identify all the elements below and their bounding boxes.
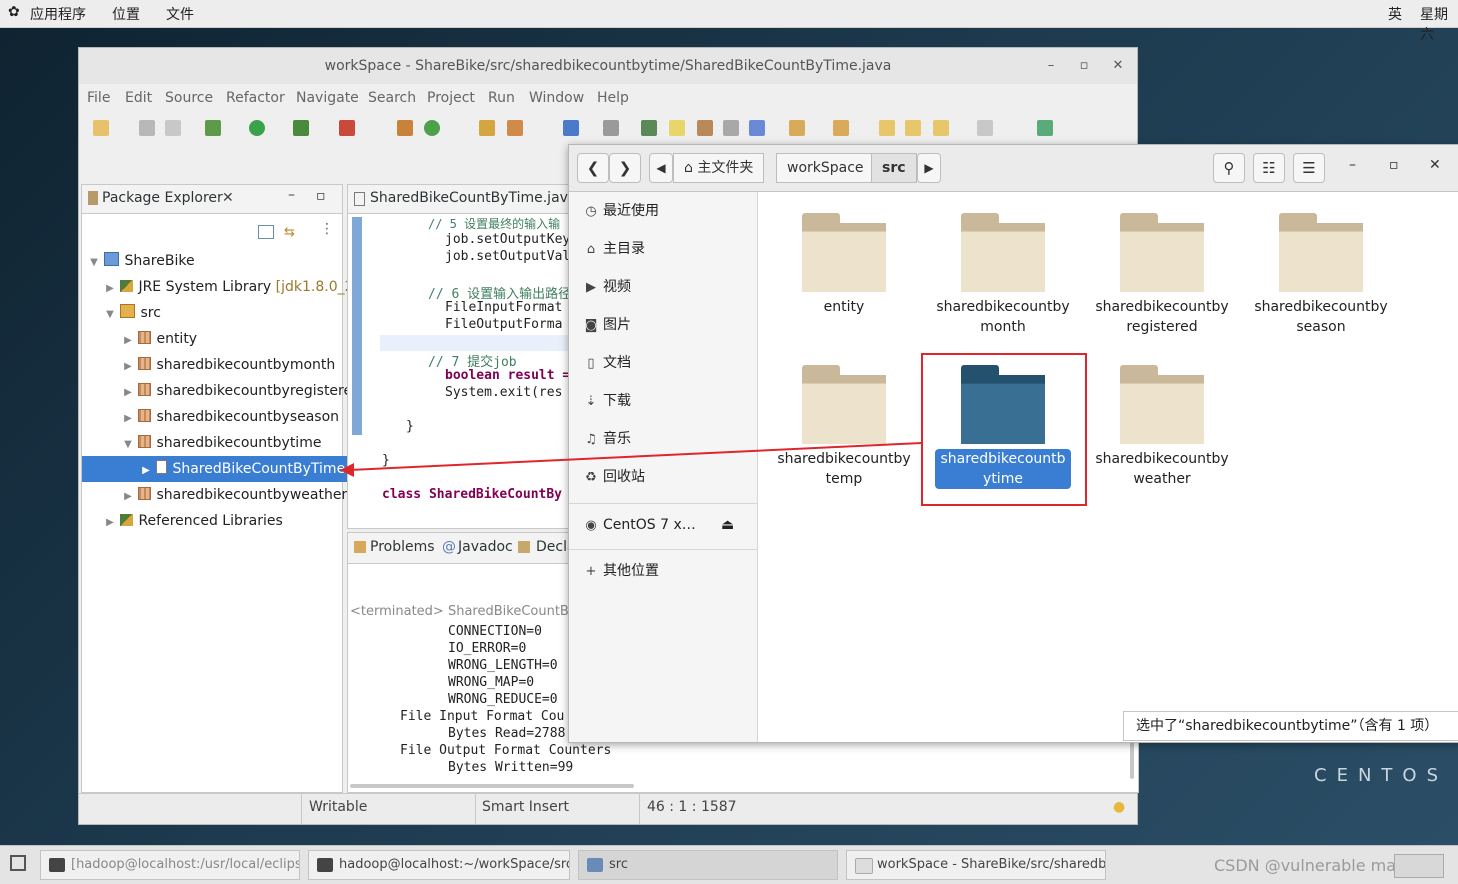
taskbar-item-terminal-2[interactable]: hadoop@localhost:~/workSpace/src (308, 850, 570, 880)
workspace-switcher[interactable] (1394, 854, 1444, 878)
eclipse-icon (855, 858, 873, 874)
arrow-head (340, 463, 354, 477)
arrow-line (349, 442, 923, 471)
annotation-arrow (340, 442, 923, 477)
taskbar-item-files[interactable]: src (578, 850, 838, 880)
taskbar: [hadoop@localhost:/usr/local/eclipse] ha… (0, 845, 1458, 884)
files-icon (587, 858, 603, 872)
taskbar-item-terminal-1[interactable]: [hadoop@localhost:/usr/local/eclipse] (40, 850, 300, 880)
show-desktop-icon[interactable] (10, 855, 26, 871)
terminal-icon (317, 858, 333, 872)
taskbar-item-eclipse[interactable]: workSpace - ShareBike/src/sharedb… (846, 850, 1106, 880)
terminal-icon (49, 858, 65, 872)
